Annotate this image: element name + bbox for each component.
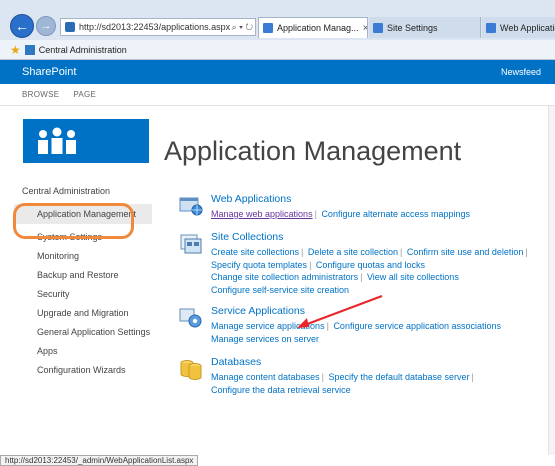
forward-arrow-icon: → <box>40 20 52 32</box>
suite-bar: SharePoint Newsfeed <box>0 60 555 84</box>
specify-quota-templates-link[interactable]: Specify quota templates <box>211 260 307 270</box>
databases-heading[interactable]: Databases <box>211 356 551 368</box>
people-group-icon <box>38 127 76 154</box>
create-site-collections-link[interactable]: Create site collections <box>211 247 299 257</box>
nav-heading-central-administration[interactable]: Central Administration <box>22 186 152 196</box>
nav-item-backup-and-restore[interactable]: Backup and Restore <box>22 269 152 281</box>
nav-item-configuration-wizards[interactable]: Configuration Wizards <box>22 364 152 376</box>
service-applications-icon <box>179 308 202 328</box>
browser-tab-application-management[interactable]: Application Manag... × <box>258 17 368 38</box>
nav-item-apps[interactable]: Apps <box>22 345 152 357</box>
manage-service-applications-link[interactable]: Manage service applications <box>211 321 325 331</box>
tab-page[interactable]: PAGE <box>73 90 96 99</box>
link-separator: | <box>525 247 528 257</box>
browser-tab-web-applications[interactable]: Web Applicatio <box>482 17 555 38</box>
nav-item-upgrade-and-migration[interactable]: Upgrade and Migration <box>22 307 152 319</box>
back-button[interactable]: ← <box>10 14 34 38</box>
link-separator: | <box>360 272 363 282</box>
tab-browse[interactable]: BROWSE <box>22 90 59 99</box>
browser-chrome: ← → http://sd2013:22453/applications.asp… <box>0 0 555 60</box>
web-applications-heading[interactable]: Web Applications <box>211 193 551 205</box>
change-site-collection-administrators-link[interactable]: Change site collection administrators <box>211 272 358 282</box>
address-bar[interactable]: http://sd2013:22453/applications.aspx ⌕ … <box>60 18 256 36</box>
site-collections-heading[interactable]: Site Collections <box>211 231 551 243</box>
confirm-site-use-link[interactable]: Confirm site use and deletion <box>407 247 524 257</box>
manage-content-databases-link[interactable]: Manage content databases <box>211 372 320 382</box>
databases-icon <box>180 360 202 380</box>
configure-quotas-and-locks-link[interactable]: Configure quotas and locks <box>316 260 425 270</box>
status-bar-url: http://sd2013:22453/_admin/WebApplicatio… <box>0 455 199 466</box>
tab-label: Application Manag... <box>277 23 359 33</box>
nav-item-monitoring[interactable]: Monitoring <box>22 250 152 262</box>
sharepoint-favicon-icon <box>24 44 35 55</box>
nav-item-system-settings[interactable]: System Settings <box>22 231 152 243</box>
web-applications-icon <box>179 197 203 216</box>
link-separator: | <box>399 247 403 257</box>
left-navigation: Central Administration Application Manag… <box>14 186 152 383</box>
link-separator: | <box>326 321 329 331</box>
tab-label: Web Applicatio <box>500 22 555 33</box>
sharepoint-brand[interactable]: SharePoint <box>22 66 76 78</box>
configure-service-application-associations-link[interactable]: Configure service application associatio… <box>333 321 501 331</box>
service-applications-heading[interactable]: Service Applications <box>211 305 551 317</box>
link-separator: | <box>314 209 317 219</box>
configure-alternate-access-mappings-link[interactable]: Configure alternate access mappings <box>321 209 470 219</box>
tab-favicon-icon <box>263 23 273 33</box>
close-tab-icon[interactable]: × <box>359 23 367 34</box>
page-title: Application Management <box>164 136 462 166</box>
address-url[interactable]: http://sd2013:22453/applications.aspx <box>79 22 230 32</box>
nav-item-security[interactable]: Security <box>22 288 152 300</box>
manage-web-applications-link[interactable]: Manage web applications <box>211 209 313 219</box>
ribbon-tabs: BROWSE PAGE <box>0 84 555 106</box>
favorites-star-icon[interactable]: ★ <box>10 43 21 57</box>
forward-button[interactable]: → <box>36 16 56 36</box>
newsfeed-link[interactable]: Newsfeed <box>501 67 541 77</box>
manage-services-on-server-link[interactable]: Manage services on server <box>211 334 319 344</box>
link-separator: | <box>309 259 312 270</box>
favorites-bar: ★ Central Administration <box>0 40 555 59</box>
delete-site-collection-link[interactable]: Delete a site collection <box>308 247 398 257</box>
link-separator: | <box>301 247 304 257</box>
tab-label: Site Settings <box>387 22 438 33</box>
nav-item-application-management[interactable]: Application Management <box>14 204 152 224</box>
specify-default-database-server-link[interactable]: Specify the default database server <box>328 372 469 382</box>
nav-item-general-application-settings[interactable]: General Application Settings <box>22 326 152 338</box>
link-separator: | <box>321 372 324 382</box>
configure-data-retrieval-service-link[interactable]: Configure the data retrieval service <box>211 385 351 395</box>
back-arrow-icon: ← <box>15 18 29 34</box>
link-separator: | <box>471 372 474 382</box>
site-logo[interactable] <box>23 119 149 163</box>
configure-self-service-site-creation-link[interactable]: Configure self-service site creation <box>211 285 349 295</box>
address-controls[interactable]: ⌕ ▾ ↻ <box>230 22 255 33</box>
favorite-central-administration[interactable]: Central Administration <box>39 45 127 55</box>
tab-favicon-icon <box>373 22 383 33</box>
tab-favicon-icon <box>486 22 496 33</box>
view-all-site-collections-link[interactable]: View all site collections <box>367 272 459 282</box>
site-collections-icon <box>180 234 202 254</box>
browser-tab-site-settings[interactable]: Site Settings <box>369 17 481 38</box>
sharepoint-favicon-icon <box>65 22 75 32</box>
